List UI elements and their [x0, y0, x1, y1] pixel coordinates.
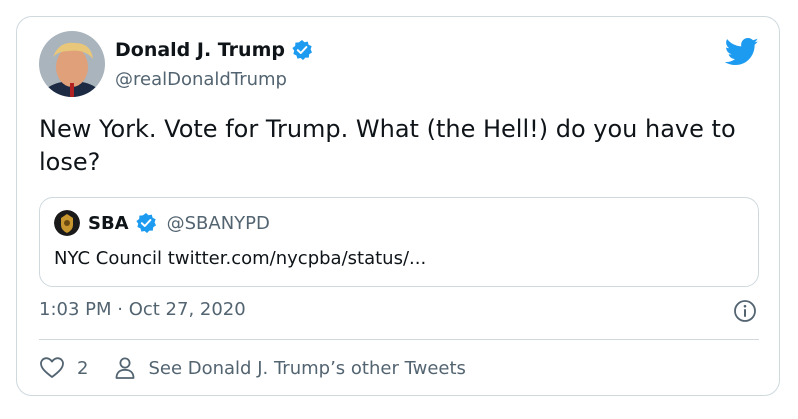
quoted-avatar: [54, 210, 80, 236]
verified-badge-icon: [291, 39, 313, 61]
quoted-header: SBA @SBANYPD: [88, 210, 270, 236]
divider: [39, 339, 759, 340]
author-name[interactable]: Donald J. Trump: [115, 39, 285, 61]
person-icon[interactable]: [114, 356, 136, 380]
author-handle[interactable]: @realDonaldTrump: [115, 69, 287, 90]
author-avatar[interactable]: [39, 31, 105, 97]
twitter-bird-icon[interactable]: [724, 37, 759, 67]
tweet-timestamp[interactable]: 1:03 PM · Oct 27, 2020: [39, 299, 246, 320]
tweet-text: New York. Vote for Trump. What (the Hell…: [39, 115, 736, 176]
quoted-name: SBA: [88, 212, 129, 234]
see-other-tweets-link[interactable]: See Donald J. Trump’s other Tweets: [148, 358, 465, 379]
quoted-handle: @SBANYPD: [166, 212, 270, 234]
quoted-tweet[interactable]: SBA @SBANYPD NYC Council twitter.com/nyc…: [39, 197, 759, 287]
quoted-text: NYC Council twitter.com/nycpba/status/..…: [54, 248, 427, 269]
embedded-tweet-card[interactable]: Donald J. Trump @realDonaldTrump New Yor…: [16, 16, 780, 396]
author-name-row: Donald J. Trump: [115, 39, 313, 61]
verified-badge-icon: [135, 212, 157, 234]
tweet-actions: 2 See Donald J. Trump’s other Tweets: [39, 353, 466, 383]
info-icon[interactable]: [733, 299, 757, 323]
heart-icon[interactable]: [39, 356, 65, 380]
like-count[interactable]: 2: [77, 358, 88, 379]
